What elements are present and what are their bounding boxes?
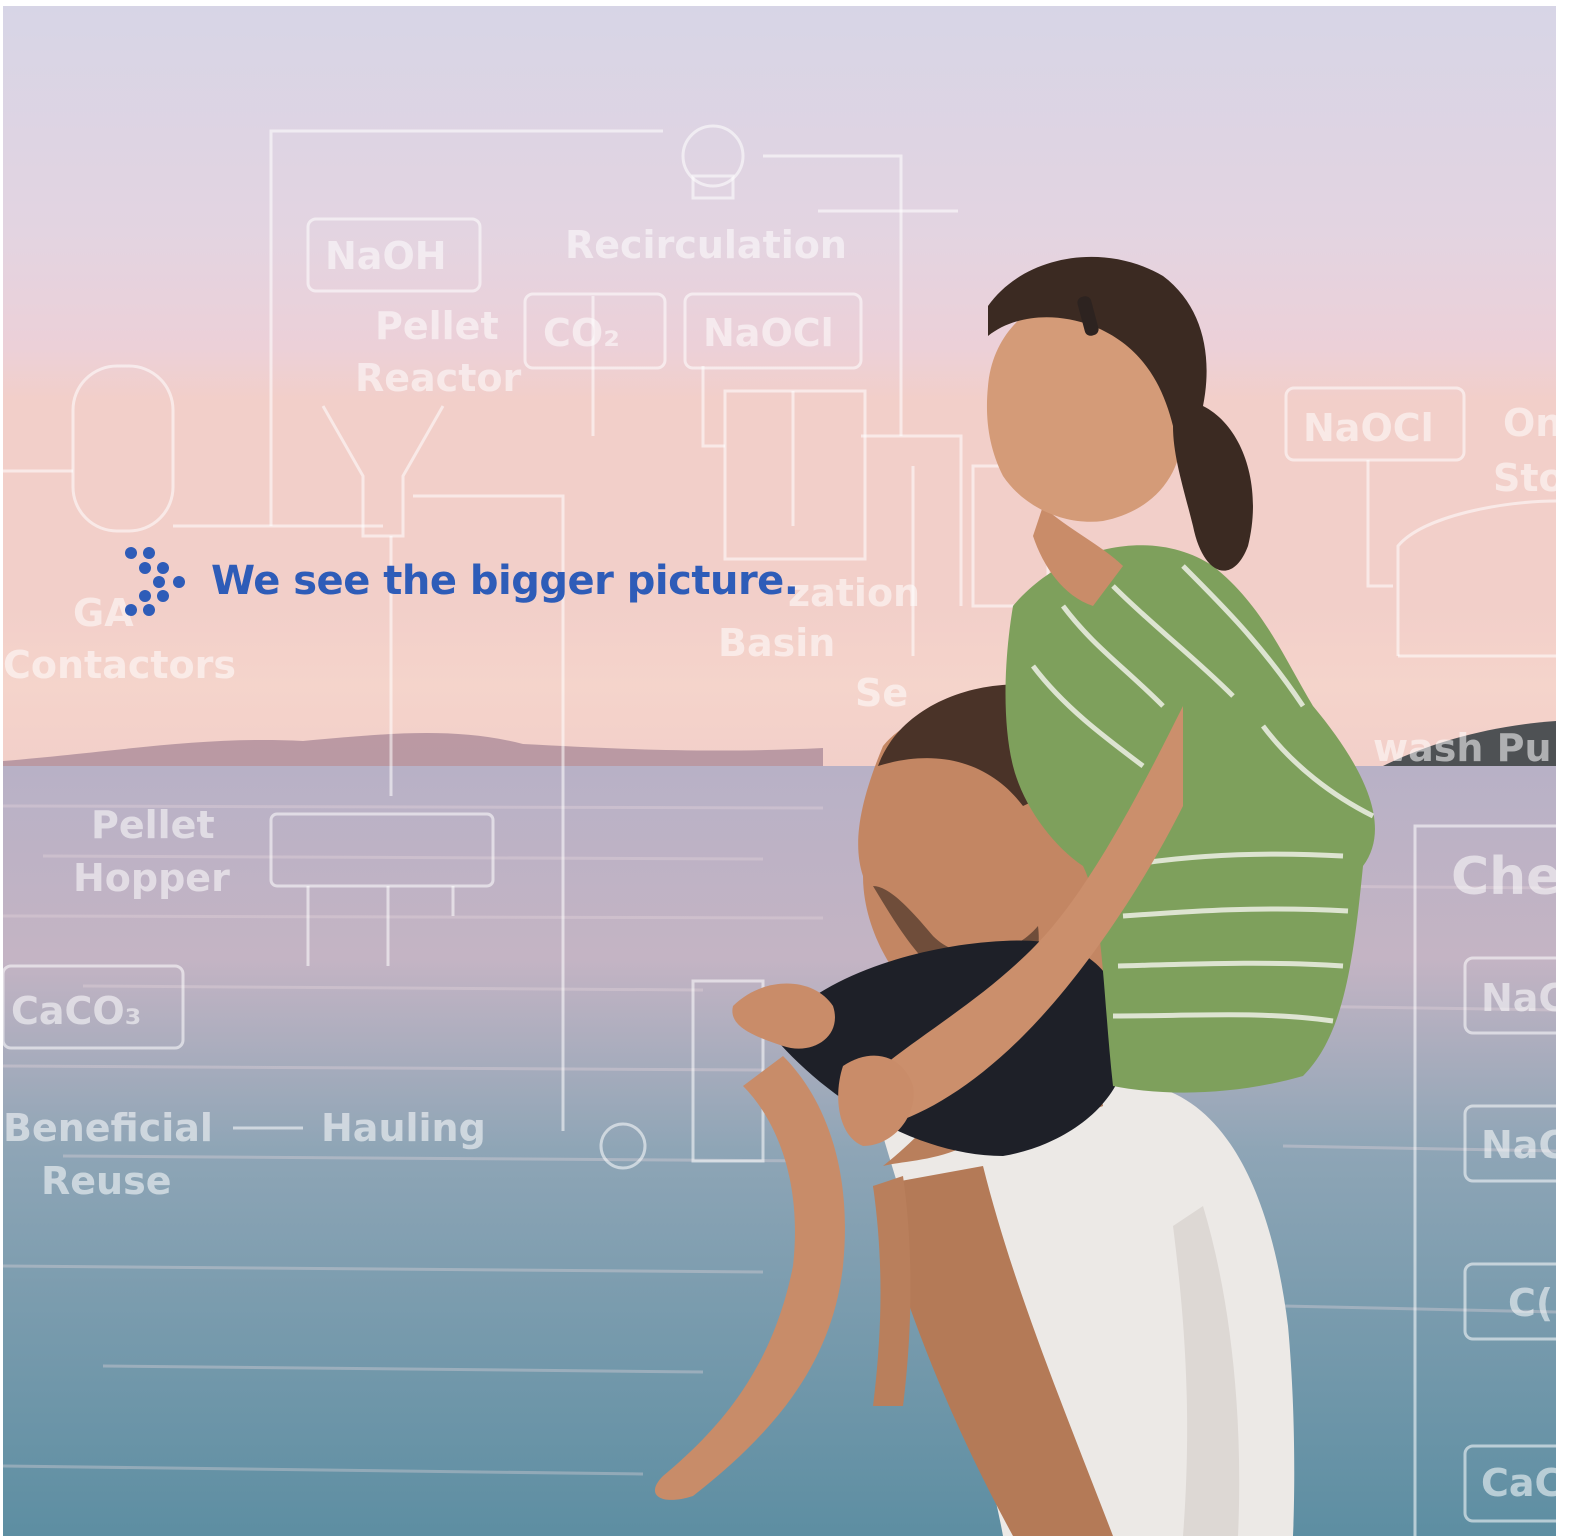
label-pellet: Pellet	[375, 304, 499, 348]
label-sto: Sto	[1493, 456, 1556, 500]
label-naocl-right: NaOCl	[1303, 406, 1434, 450]
label-pellet-hopper-2: Hopper	[73, 856, 230, 900]
label-wash: wash Pu	[1373, 726, 1552, 770]
label-recirculation: Recirculation	[565, 223, 847, 267]
tagline: We see the bigger picture.	[123, 546, 799, 616]
label-caco-right: CaC	[1481, 1461, 1556, 1505]
photo-frame: NaOH Recirculation Pellet Reactor CO₂ Na…	[3, 6, 1556, 1536]
label-on: On	[1503, 401, 1556, 445]
label-nac-2: NaC	[1481, 1123, 1556, 1167]
label-se: Se	[855, 671, 908, 715]
dot-chevron-logo-icon	[125, 547, 185, 616]
label-hauling: Hauling	[321, 1106, 486, 1150]
label-nac-1: NaC	[1481, 976, 1556, 1020]
label-naocl-top: NaOCl	[703, 311, 834, 355]
tagline-text: We see the bigger picture.	[211, 558, 799, 604]
label-reactor: Reactor	[355, 356, 521, 400]
label-reuse: Reuse	[41, 1159, 171, 1203]
scene-illustration: NaOH Recirculation Pellet Reactor CO₂ Na…	[3, 6, 1556, 1536]
label-che: Che	[1451, 847, 1556, 907]
label-beneficial: Beneficial	[3, 1106, 213, 1150]
label-co2: CO₂	[543, 311, 620, 355]
label-basin: Basin	[718, 621, 835, 665]
label-zation: zation	[788, 571, 920, 615]
label-co-right: C(	[1508, 1281, 1553, 1325]
label-caco3: CaCO₃	[11, 989, 141, 1033]
label-naoh: NaOH	[325, 234, 447, 278]
label-pellet-hopper-1: Pellet	[91, 803, 215, 847]
label-contactors: Contactors	[3, 643, 236, 687]
